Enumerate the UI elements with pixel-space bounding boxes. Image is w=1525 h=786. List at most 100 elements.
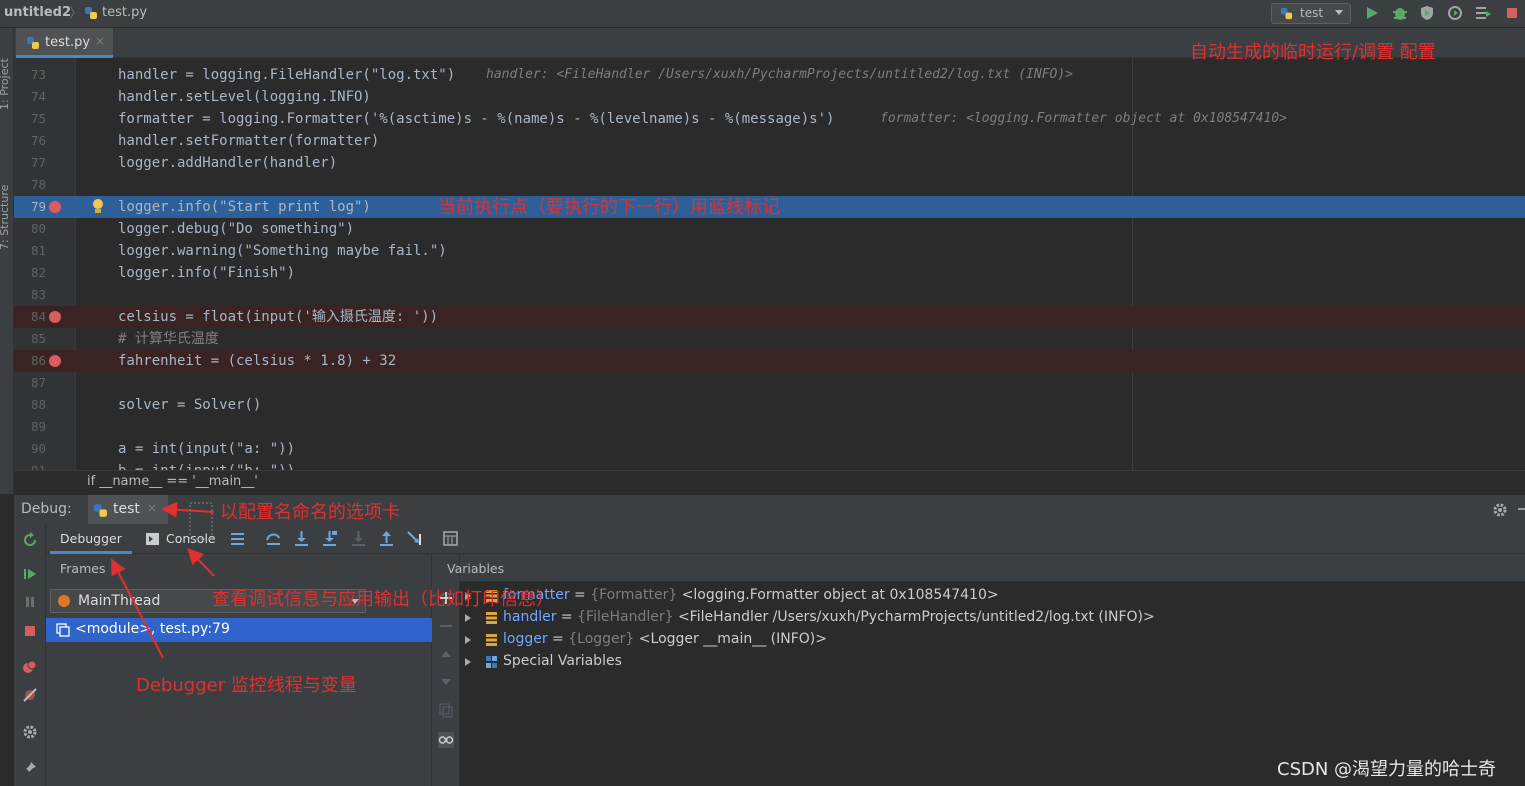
coverage-icon[interactable] bbox=[1418, 4, 1436, 22]
variables-header: Variables bbox=[447, 561, 505, 576]
show-execution-point-icon[interactable] bbox=[229, 530, 246, 547]
breakpoint-icon[interactable] bbox=[49, 355, 61, 367]
code-line[interactable]: 87 bbox=[14, 372, 1525, 394]
profile-icon[interactable] bbox=[1446, 4, 1464, 22]
close-icon[interactable]: × bbox=[147, 501, 157, 515]
step-over-icon[interactable] bbox=[265, 530, 282, 547]
expand-arrow-icon[interactable] bbox=[465, 636, 471, 644]
view-breakpoints-icon[interactable] bbox=[22, 659, 38, 675]
line-number: 91 bbox=[20, 460, 46, 470]
python-config-icon bbox=[94, 504, 107, 517]
line-number: 76 bbox=[30, 133, 46, 148]
expand-arrow-icon[interactable] bbox=[465, 658, 471, 666]
project-tool-tab[interactable]: 1: Project bbox=[0, 58, 11, 110]
breakpoint-icon[interactable] bbox=[49, 201, 61, 213]
run-with-concurrency-icon[interactable] bbox=[1474, 4, 1492, 22]
code-text: handler = logging.FileHandler("log.txt") bbox=[118, 67, 456, 83]
remove-watch-icon[interactable] bbox=[438, 618, 454, 634]
gear-icon[interactable] bbox=[22, 724, 38, 740]
debugger-toolbar: Debugger Console bbox=[46, 524, 1525, 554]
tab-console[interactable]: Console bbox=[142, 524, 218, 554]
code-line[interactable]: 90 a = int(input("a: ")) bbox=[14, 438, 1525, 460]
inline-value-hint: formatter: <logging.Formatter object at … bbox=[880, 111, 1287, 126]
variable-row[interactable]: formatter = {Formatter} <logging.Formatt… bbox=[460, 585, 1525, 607]
run-icon[interactable] bbox=[1363, 4, 1381, 22]
editor-breadcrumb-bar: if __name__ == '__main__' bbox=[14, 470, 1525, 494]
code-line[interactable]: 91 b = int(input("b: ")) bbox=[14, 460, 1525, 470]
code-line[interactable]: 75 formatter = logging.Formatter('%(asct… bbox=[14, 108, 1525, 130]
pause-icon[interactable] bbox=[22, 594, 38, 610]
step-out-icon[interactable] bbox=[378, 530, 395, 547]
variables-panel: Variables formatter = {Formatter} <loggi… bbox=[447, 554, 1525, 786]
tab-console-label: Console bbox=[166, 531, 216, 546]
frame-icon bbox=[56, 623, 70, 637]
step-into-icon[interactable] bbox=[293, 530, 310, 547]
code-text: b = int(input("b: ")) bbox=[118, 460, 295, 470]
show-watches-icon[interactable] bbox=[438, 732, 454, 748]
force-step-into-icon[interactable] bbox=[350, 530, 367, 547]
code-breadcrumb[interactable]: if __name__ == '__main__' bbox=[87, 474, 258, 489]
code-line[interactable]: 74 handler.setLevel(logging.INFO) bbox=[14, 86, 1525, 108]
evaluate-expression-icon[interactable] bbox=[442, 530, 459, 547]
code-line[interactable]: 85 # 计算华氏温度 bbox=[14, 328, 1525, 350]
gear-icon[interactable] bbox=[1492, 502, 1508, 518]
watermark: CSDN @渴望力量的哈士奇 bbox=[1277, 759, 1497, 780]
line-number: 83 bbox=[30, 287, 46, 302]
tab-debugger[interactable]: Debugger bbox=[50, 524, 132, 554]
breadcrumb-file[interactable]: test.py bbox=[102, 5, 147, 20]
code-line[interactable]: 80 logger.debug("Do something") bbox=[14, 218, 1525, 240]
code-line[interactable]: 89 bbox=[14, 416, 1525, 438]
variable-entry: handler = {FileHandler} <FileHandler /Us… bbox=[503, 609, 1155, 625]
debug-session-tab[interactable]: test × bbox=[88, 495, 168, 525]
stop-icon[interactable] bbox=[22, 623, 38, 639]
frame-label: <module>, test.py:79 bbox=[75, 621, 230, 637]
hide-icon[interactable] bbox=[1518, 508, 1525, 510]
step-into-my-code-icon[interactable] bbox=[321, 530, 338, 547]
editor-tab-label: test.py bbox=[45, 35, 91, 50]
rerun-icon[interactable] bbox=[22, 532, 38, 548]
breakpoint-line[interactable]: 84 celsius = float(input('输入摄氏温度: ')) bbox=[14, 306, 1525, 328]
tool-window-strip: 1: Project 7: Structure bbox=[0, 28, 14, 494]
frame-row[interactable]: <module>, test.py:79 bbox=[46, 618, 432, 642]
inline-value-hint: handler: <FileHandler /Users/xuxh/Pychar… bbox=[486, 67, 1073, 82]
code-editor[interactable]: 73 handler = logging.FileHandler("log.tx… bbox=[14, 58, 1525, 470]
annotation-console-info: 查看调试信息与应用输出（比如打印信息） bbox=[212, 589, 554, 610]
lightbulb-icon[interactable] bbox=[92, 198, 104, 215]
move-down-icon[interactable] bbox=[438, 674, 454, 690]
code-line[interactable]: 77 logger.addHandler(handler) bbox=[14, 152, 1525, 174]
move-up-icon[interactable] bbox=[438, 646, 454, 662]
object-icon bbox=[486, 634, 497, 646]
line-number: 82 bbox=[30, 265, 46, 280]
line-number: 85 bbox=[30, 331, 46, 346]
variable-row[interactable]: Special Variables bbox=[460, 651, 1525, 673]
annotation-exec-point: 当前执行点（要执行的下一行）用蓝线标记 bbox=[438, 197, 780, 218]
copy-icon[interactable] bbox=[438, 702, 454, 718]
run-to-cursor-icon[interactable] bbox=[406, 530, 423, 547]
stop-icon[interactable] bbox=[1503, 4, 1521, 22]
code-text: solver = Solver() bbox=[118, 397, 262, 413]
code-line[interactable]: 88 solver = Solver() bbox=[14, 394, 1525, 416]
variable-type: {Logger} bbox=[568, 631, 635, 647]
resume-icon[interactable] bbox=[22, 566, 38, 582]
line-number: 78 bbox=[30, 177, 46, 192]
code-line[interactable]: 83 bbox=[14, 284, 1525, 306]
code-line[interactable]: 82 logger.info("Finish") bbox=[14, 262, 1525, 284]
code-text: handler.setFormatter(formatter) bbox=[118, 133, 380, 149]
structure-tool-tab[interactable]: 7: Structure bbox=[0, 185, 11, 250]
close-icon[interactable]: × bbox=[95, 34, 105, 48]
code-line[interactable]: 81 logger.warning("Something maybe fail.… bbox=[14, 240, 1525, 262]
run-config-select[interactable]: test bbox=[1271, 3, 1351, 24]
debug-icon[interactable] bbox=[1391, 4, 1409, 22]
breakpoint-icon[interactable] bbox=[49, 311, 61, 323]
variable-row[interactable]: handler = {FileHandler} <FileHandler /Us… bbox=[460, 607, 1525, 629]
variable-row[interactable]: logger = {Logger} <Logger __main__ (INFO… bbox=[460, 629, 1525, 651]
special-variables-icon bbox=[486, 656, 497, 668]
expand-arrow-icon[interactable] bbox=[465, 614, 471, 622]
breadcrumb-project[interactable]: untitled2 bbox=[4, 5, 71, 20]
code-line[interactable]: 73 handler = logging.FileHandler("log.tx… bbox=[14, 64, 1525, 86]
editor-tab-test-py[interactable]: test.py × bbox=[16, 28, 113, 58]
mute-breakpoints-icon[interactable] bbox=[22, 687, 38, 703]
pin-icon[interactable] bbox=[22, 760, 38, 776]
breakpoint-line[interactable]: 86 fahrenheit = (celsius * 1.8) + 32 bbox=[14, 350, 1525, 372]
code-line[interactable]: 76 handler.setFormatter(formatter) bbox=[14, 130, 1525, 152]
